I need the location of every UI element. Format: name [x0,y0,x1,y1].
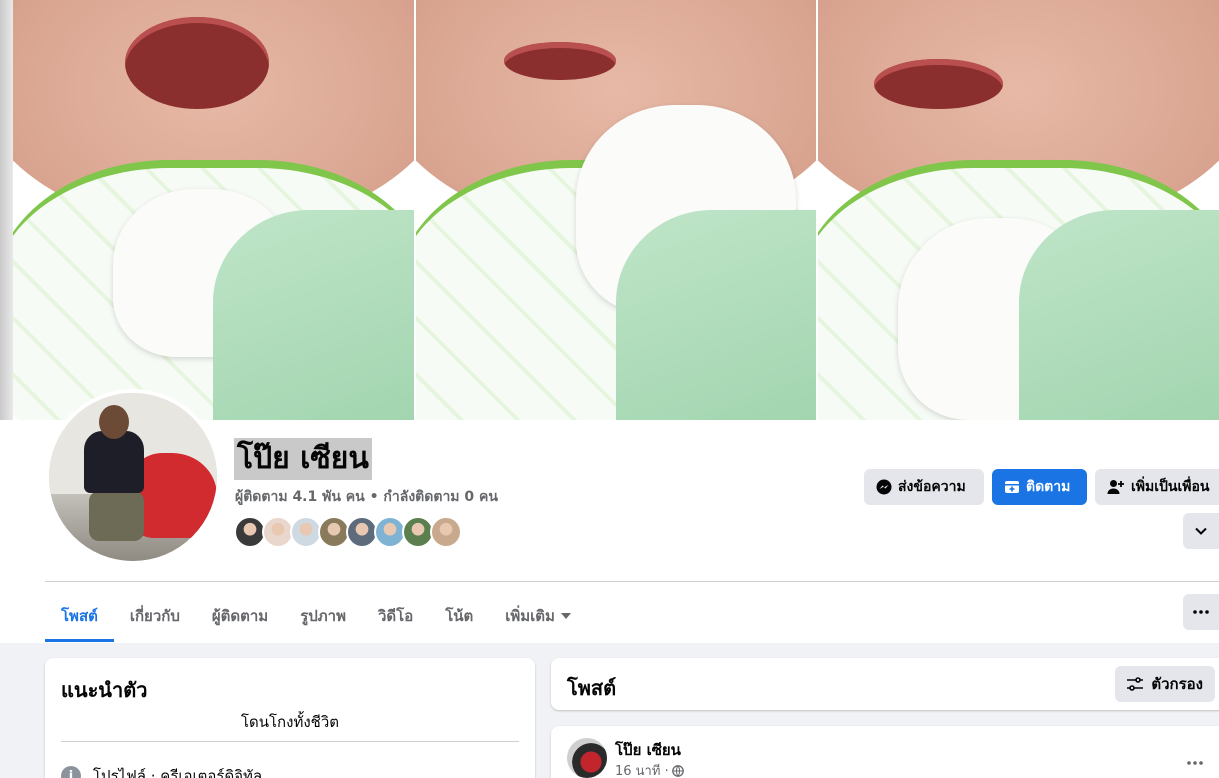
filter-button-label: ตัวกรอง [1151,675,1203,693]
post-author-avatar[interactable] [567,738,607,778]
filter-button[interactable]: ตัวกรอง [1115,666,1215,702]
cover-left-edge [0,0,13,420]
more-dots-icon [1193,610,1209,614]
profile-tabs: โพสต์ เกี่ยวกับ ผู้ติดตาม รูปภาพ วิดีโอ … [45,590,587,642]
add-friend-icon [1107,480,1124,494]
tabs-more-options-button[interactable] [1183,594,1219,630]
tab-videos[interactable]: วิดีโอ [362,590,429,642]
message-button[interactable]: ส่งข้อความ [864,469,984,505]
tab-about[interactable]: เกี่ยวกับ [114,590,196,642]
intro-profile-text: โปรไฟล์ · ครีเอเตอร์ดิจิทัล [93,767,263,778]
follow-icon [1005,481,1019,493]
intro-divider [61,741,519,742]
profile-options-dropdown[interactable] [1183,513,1219,549]
intro-title: แนะนำตัว [61,678,148,702]
caret-down-icon [560,613,571,619]
tab-followers[interactable]: ผู้ติดตาม [196,590,284,642]
filter-icon [1127,677,1144,691]
add-friend-button[interactable]: เพิ่มเป็นเพื่อน [1095,469,1219,505]
friend-avatars[interactable] [234,516,462,548]
header-divider [45,581,1219,582]
followers-count[interactable]: ผู้ติดตาม 4.1 พัน คน • กำลังติดตาม 0 คน [235,486,498,508]
post-options-button[interactable] [1187,746,1203,770]
messenger-icon [876,479,892,495]
profile-picture[interactable] [45,389,221,565]
follow-button[interactable]: ติดตาม [992,469,1087,505]
intro-profile-row: i โปรไฟล์ · ครีเอเตอร์ดิจิทัล [61,764,262,778]
friend-avatar[interactable] [430,516,462,548]
post-author-name[interactable]: โป๊ย เซียน [615,738,681,762]
cover-photo-panel-1 [13,0,416,420]
posts-title: โพสต์ [567,676,617,700]
avatar [49,393,217,561]
intro-bio: โดนโกงทั้งชีวิต [240,713,340,731]
add-friend-button-label: เพิ่มเป็นเพื่อน [1131,479,1210,495]
tab-more[interactable]: เพิ่มเติม [489,590,587,642]
post-timestamp[interactable]: 16 นาที · [615,760,669,778]
follow-button-label: ติดตาม [1026,479,1071,495]
post-meta: 16 นาที · [615,760,684,778]
globe-icon [671,764,684,777]
intro-card: แนะนำตัว โดนโกงทั้งชีวิต i โปรไฟล์ · ครี… [45,658,535,778]
post-card: โป๊ย เซียน 16 นาที · [551,726,1219,778]
cover-photo[interactable] [13,0,1219,420]
cover-photo-panel-2 [415,0,819,420]
profile-name: โป๊ย เซียน [234,438,372,480]
info-icon: i [61,766,81,778]
more-dots-icon [1187,761,1203,765]
tab-photos[interactable]: รูปภาพ [284,590,362,642]
cover-photo-panel-3 [818,0,1219,420]
tab-more-label: เพิ่มเติม [505,607,555,625]
tab-posts[interactable]: โพสต์ [45,590,114,642]
posts-header-card: โพสต์ ตัวกรอง [551,658,1219,710]
tab-notes[interactable]: โน้ต [429,590,489,642]
message-button-label: ส่งข้อความ [898,479,966,495]
chevron-down-icon [1195,527,1207,535]
